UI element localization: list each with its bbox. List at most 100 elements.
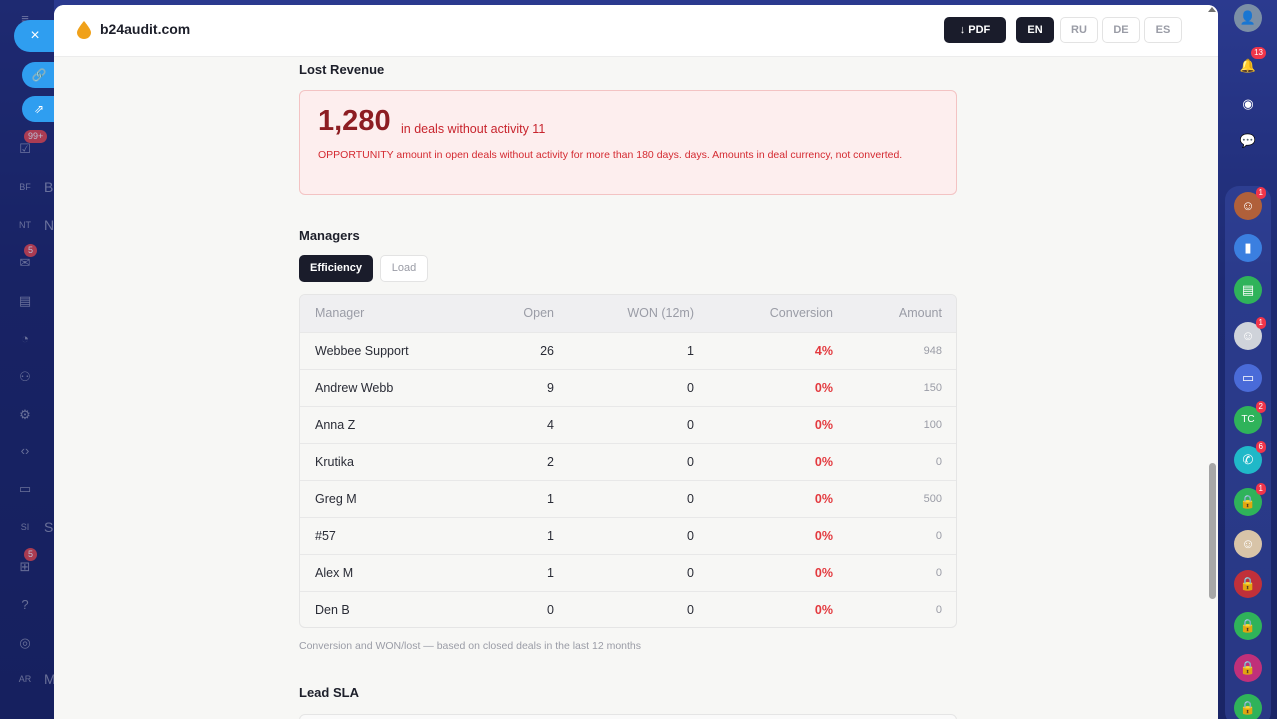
lost-revenue-title: Lost Revenue [299,62,385,77]
language-button-de[interactable]: DE [1102,17,1140,43]
conversion-cell: 0% [814,381,833,395]
conversion-cell: 4% [814,344,833,358]
table-row[interactable]: #57 1 0 0% 0 [300,517,956,554]
user-avatar-icon[interactable]: 👤 [1234,4,1262,32]
table-row[interactable]: Den B 0 0 0% 0 [300,591,956,627]
column-header-amount[interactable]: Amount [899,295,942,332]
bell-icon[interactable]: 🔔 13 [1234,47,1266,80]
lost-revenue-amount: 1,280 [318,105,391,137]
code-icon[interactable]: ‹› [14,440,36,462]
background-app-sidebar: ≡ 🔗 ⇗ ☑ 99+ BF B NT N ✉ 5 ▤ ◔ ⚇ ⚙ ‹› ▭ S… [0,0,56,719]
contact-badge: 6 [1255,441,1266,453]
manager-name-cell: Andrew Webb [315,381,394,395]
lock-icon[interactable]: 🔒 1 [1234,483,1266,516]
marketplace-icon[interactable]: ◎ [14,632,36,654]
open-count-cell: 26 [540,344,554,358]
lock-icon[interactable]: 🔒 [1234,612,1262,640]
language-button-es[interactable]: ES [1144,17,1182,43]
apps-icon[interactable]: ⊞ 5 [14,548,38,578]
chart-icon[interactable]: ◔ [14,328,36,350]
vertical-scrollbar[interactable] [1209,463,1216,599]
settings-icon[interactable]: ⚙ [14,404,36,426]
open-count-cell: 0 [547,603,554,617]
table-header: Manager Open WON (12m) Conversion Amount [300,295,956,332]
amount-cell: 100 [923,419,942,431]
table-row[interactable]: Krutika 2 0 0% 0 [300,443,956,480]
help-icon[interactable]: ? [14,594,36,616]
table-row[interactable]: Alex M 1 0 0% 0 [300,554,956,591]
table-row[interactable]: Greg M 1 0 0% 500 [300,480,956,517]
close-slider-button[interactable]: × [14,20,56,52]
tab-efficiency[interactable]: Efficiency [299,255,373,282]
column-header-open[interactable]: Open [523,295,554,332]
column-header-conversion[interactable]: Conversion [770,295,833,332]
column-header-won[interactable]: WON (12m) [627,295,694,332]
open-count-cell: 1 [547,529,554,543]
sidebar-item-si[interactable]: SI S [14,516,54,538]
open-count-cell: 2 [547,455,554,469]
card-icon[interactable]: ▭ [14,478,36,500]
conversion-cell: 0% [814,566,833,580]
sidebar-item-initials: SI [20,522,30,532]
open-count-cell: 4 [547,418,554,432]
messages-icon[interactable]: ✉ 5 [14,244,38,274]
contact-badge: 2 [1255,401,1266,413]
notes-icon[interactable]: ▤ [1234,276,1262,304]
column-header-manager[interactable]: Manager [315,295,364,332]
tasks-badge: 99+ [24,130,48,143]
language-button-en[interactable]: EN [1016,17,1054,43]
won-count-cell: 0 [687,603,694,617]
language-button-ru[interactable]: RU [1060,17,1098,43]
table-row[interactable]: Andrew Webb 9 0 0% 150 [300,369,956,406]
group-chat-icon[interactable]: TC 2 [1234,401,1266,434]
won-count-cell: 1 [687,344,694,358]
chat-icon[interactable]: 💬 [1234,127,1262,155]
open-external-icon[interactable]: ⇗ [22,96,56,122]
sidebar-item-ar[interactable]: AR M [14,668,56,690]
sidebar-item-initials: AR [18,674,32,684]
phone-icon[interactable]: ✆ 6 [1234,441,1266,474]
drop-logo-icon [77,21,91,39]
download-pdf-button[interactable]: ↓ PDF [944,17,1006,43]
site-name: b24audit.com [100,21,191,37]
contact-avatar-icon[interactable]: ☺ 1 [1234,317,1266,350]
id-card-icon[interactable]: ▭ [1234,364,1262,392]
won-count-cell: 0 [687,418,694,432]
sidebar-item-label: S [44,519,54,535]
fingerprint-icon[interactable]: ◉ [1234,90,1262,118]
notification-badge: 13 [1251,47,1266,59]
messages-badge: 5 [24,244,38,257]
won-count-cell: 0 [687,529,694,543]
table-row[interactable]: Webbee Support 26 1 4% 948 [300,332,956,369]
users-icon[interactable]: ⚇ [14,366,36,388]
lost-revenue-description: OPPORTUNITY amount in open deals without… [318,149,903,161]
scroll-up-arrow-icon[interactable] [1208,7,1216,12]
close-icon: × [30,27,40,44]
lock-icon[interactable]: 🔒 [1234,694,1262,719]
won-count-cell: 0 [687,381,694,395]
bookmark-icon[interactable]: ▮ [1234,234,1262,262]
won-count-cell: 0 [687,455,694,469]
table-row[interactable]: Anna Z 4 0 0% 100 [300,406,956,443]
managers-table: Manager Open WON (12m) Conversion Amount… [299,294,957,628]
lost-revenue-card: 1,280 in deals without activity 11 OPPOR… [299,90,957,195]
sidebar-item-nt[interactable]: NT N [14,214,54,236]
tab-load[interactable]: Load [380,255,428,282]
audit-report-slider: b24audit.com ↓ PDF EN RU DE ES Lost Reve… [54,5,1218,719]
lock-icon[interactable]: 🔒 [1234,654,1262,682]
lead-sla-title: Lead SLA [299,685,359,700]
sidebar-item-bf[interactable]: BF B [14,176,53,198]
sidebar-item-label: B [44,179,54,195]
tasks-icon[interactable]: ☑ 99+ [14,130,48,160]
managers-footnote: Conversion and WON/lost — based on close… [299,640,642,652]
contact-avatar-icon[interactable]: ☺ [1234,530,1262,558]
amount-cell: 948 [923,345,942,357]
amount-cell: 0 [935,530,942,542]
link-icon[interactable]: 🔗 [22,62,56,88]
manager-name-cell: Greg M [315,492,357,506]
group-chat-label: TC [1241,414,1255,425]
document-icon[interactable]: ▤ [14,290,36,312]
contact-avatar-icon[interactable]: ☺ 1 [1234,187,1266,220]
lock-icon[interactable]: 🔒 [1234,570,1262,598]
won-count-cell: 0 [687,566,694,580]
